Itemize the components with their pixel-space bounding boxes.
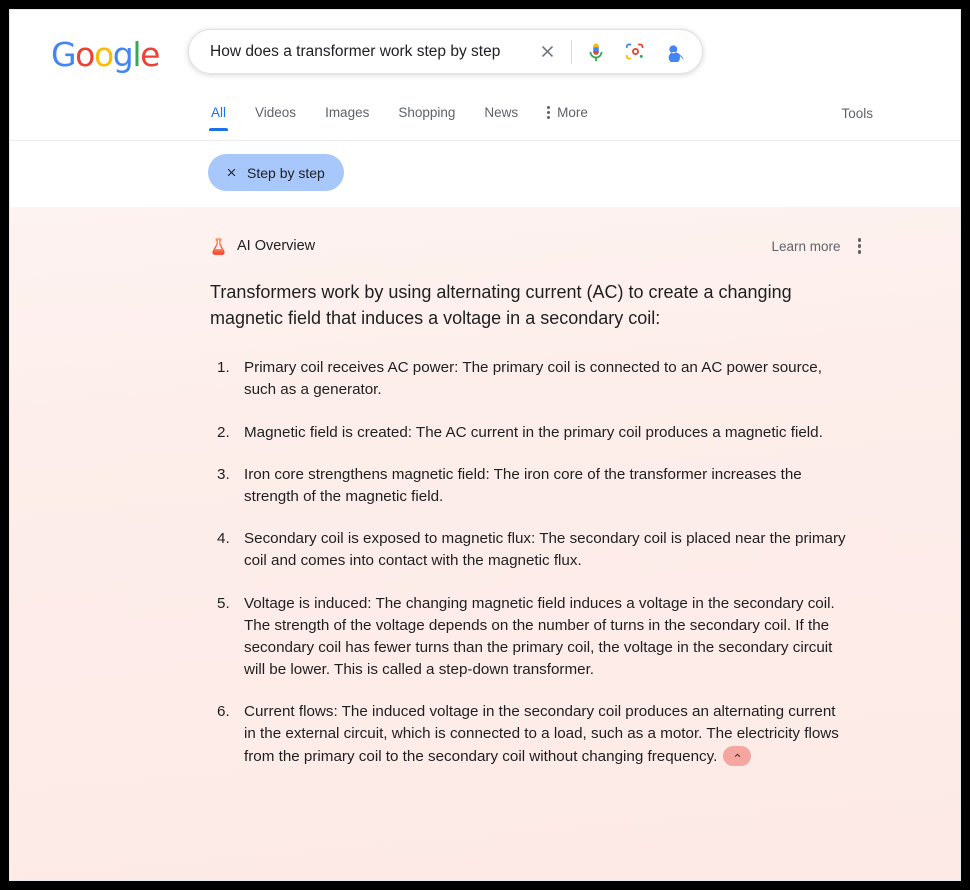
search-input[interactable] [210,42,534,61]
tab-videos[interactable]: Videos [255,105,296,130]
microphone-icon[interactable] [583,39,609,65]
browser-page: Google How does a transformer work step … [10,10,960,880]
tab-all[interactable]: All [208,105,229,130]
tab-news[interactable]: News [484,105,518,130]
logo-letter-l: l [132,35,141,74]
search-header: Google [10,10,960,105]
list-item: Primary coil receives AC power: The prim… [217,357,822,399]
filter-chip-row: Step by step [10,141,960,207]
list-item: Secondary coil is exposed to magnetic fl… [217,528,846,570]
list-item: Magnetic field is created: The AC curren… [217,422,823,444]
more-options-icon [547,106,551,120]
list-item: Iron core strengthens magnetic field: Th… [217,464,802,505]
learn-more-link[interactable]: Learn more [771,239,840,254]
logo-letter-g2: g [112,35,134,74]
google-logo[interactable]: Google [51,35,160,74]
google-lens-icon[interactable] [622,39,648,65]
search-tabs: All Videos Images Shopping News More [208,105,617,141]
ai-overview-header: AI Overview Learn more [209,207,864,263]
ai-overview-panel: AI Overview Learn more Transformers work… [10,207,960,880]
search-divider [571,39,572,64]
close-icon[interactable] [534,39,560,65]
list-item: Current flows: The induced voltage in th… [210,701,850,768]
logo-letter-g: G [51,35,77,74]
close-icon[interactable] [225,166,238,179]
logo-letter-o2: o [93,35,114,74]
logo-letter-e: e [140,35,160,74]
more-options-icon[interactable] [855,235,865,257]
tools-button[interactable]: Tools [841,106,873,121]
tab-shopping[interactable]: Shopping [398,105,455,130]
ai-overview-title: AI Overview [237,238,316,254]
logo-letter-o1: o [75,35,95,74]
ai-overview-steps-list: Primary coil receives AC power: The prim… [210,357,850,768]
search-icon[interactable] [662,39,688,65]
ai-overview-summary: Transformers work by using alternating c… [210,282,792,329]
tab-images[interactable]: Images [325,105,369,130]
flask-icon [212,237,225,255]
filter-chip-label: Step by step [247,164,325,181]
search-tabs-bar: All Videos Images Shopping News More Too… [10,105,960,141]
filter-chip-step-by-step[interactable]: Step by step [208,154,344,191]
tab-more[interactable]: More [547,105,588,130]
list-item: Voltage is induced: The changing magneti… [217,593,835,679]
search-bar[interactable] [188,29,703,74]
collapse-button[interactable] [723,745,752,766]
tab-more-label: More [557,105,588,120]
ai-overview-header-actions: Learn more [771,235,864,257]
ai-overview-title-group: AI Overview [209,237,315,256]
chevron-up-icon [734,753,741,758]
